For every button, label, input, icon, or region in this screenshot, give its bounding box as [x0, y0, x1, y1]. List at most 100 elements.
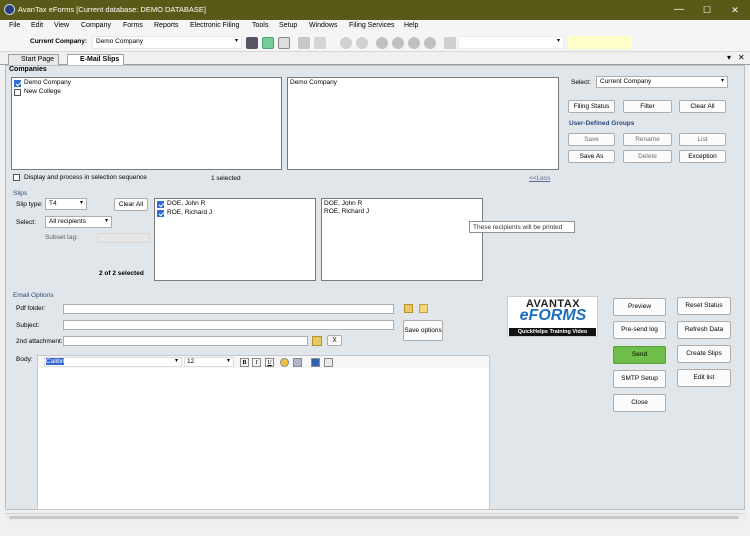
menu-company[interactable]: Company — [81, 22, 111, 29]
company-name[interactable]: New College — [24, 88, 61, 95]
printed-recipient-list: DOE, John R ROE, Richard J — [321, 198, 483, 281]
slip-type-combo[interactable]: T4 ▾ — [45, 198, 87, 210]
company-checkbox[interactable] — [14, 89, 21, 96]
send-button[interactable]: Send — [613, 346, 666, 364]
sequence-checkbox[interactable] — [13, 174, 20, 181]
title-bar: AvanTax eForms [Current database: DEMO D… — [0, 0, 750, 20]
create-slips-button[interactable]: Create Slips — [677, 345, 731, 363]
recipients-select-combo[interactable]: All recipients ▾ — [45, 216, 112, 228]
save-icon[interactable] — [311, 358, 320, 367]
italic-button[interactable]: I — [252, 358, 261, 367]
preview-button[interactable]: Preview — [613, 298, 666, 316]
doc-close-icon[interactable]: ✕ — [738, 53, 745, 62]
save-as-group-button[interactable]: Save As — [568, 150, 615, 163]
last-record-icon[interactable] — [424, 37, 436, 49]
recipient-name[interactable]: DOE, John R — [167, 200, 205, 207]
nav-icon[interactable] — [356, 37, 368, 49]
exception-button[interactable]: Exception — [679, 150, 726, 163]
edit-form-icon[interactable] — [278, 37, 290, 49]
menu-file[interactable]: File — [9, 22, 20, 29]
emoji-icon[interactable] — [280, 358, 289, 367]
refresh-data-button[interactable]: Refresh Data — [677, 321, 731, 339]
current-company-combo[interactable]: Demo Company ▾ — [92, 36, 242, 49]
clear-all-companies-button[interactable]: Clear All — [679, 100, 726, 113]
previous-record-icon[interactable] — [392, 37, 404, 49]
clear-all-slips-button[interactable]: Clear All — [114, 198, 148, 211]
filter-button[interactable]: Filter — [623, 100, 672, 113]
attachment-browse-icon[interactable] — [312, 336, 322, 346]
menu-tools[interactable]: Tools — [252, 22, 268, 29]
paste-icon[interactable] — [324, 358, 333, 367]
image-icon[interactable] — [293, 358, 302, 367]
bold-button[interactable]: B — [240, 358, 249, 367]
minimize-button[interactable]: — — [672, 3, 686, 17]
menu-electronic-filing[interactable]: Electronic Filing — [190, 22, 239, 29]
close-window-button[interactable]: ✕ — [728, 3, 742, 17]
menu-edit[interactable]: Edit — [31, 22, 43, 29]
recipient-checkbox[interactable] — [157, 201, 164, 208]
first-record-icon[interactable] — [376, 37, 388, 49]
horizontal-scrollbar[interactable] — [5, 513, 745, 521]
print-icon[interactable] — [298, 37, 310, 49]
list-group-button[interactable]: List — [679, 133, 726, 146]
binoculars-icon[interactable] — [246, 37, 258, 49]
menu-bar: File Edit View Company Forms Reports Ele… — [0, 20, 750, 34]
search-combo[interactable]: ▾ — [458, 36, 564, 49]
maximize-button[interactable]: ☐ — [700, 3, 714, 17]
tab-start-page[interactable]: Start Page — [8, 54, 60, 65]
rename-group-button[interactable]: Rename — [623, 133, 672, 146]
subject-field[interactable] — [63, 320, 394, 330]
underline-button[interactable]: U — [265, 358, 274, 367]
reset-status-button[interactable]: Reset Status — [677, 297, 731, 315]
selected-company-item[interactable]: Demo Company — [290, 79, 337, 86]
pdf-folder-field[interactable] — [63, 304, 394, 314]
add-form-icon[interactable] — [262, 37, 274, 49]
next-record-icon[interactable] — [408, 37, 420, 49]
chevron-down-icon: ▾ — [104, 218, 108, 224]
recipient-checkbox[interactable] — [157, 210, 164, 217]
eforms-video-logo[interactable]: AVANTAX eFORMS QuickHelps Training Video — [507, 296, 598, 337]
selected-company-list: Demo Company — [287, 77, 559, 170]
menu-forms[interactable]: Forms — [123, 22, 143, 29]
menu-filing-services[interactable]: Filing Services — [349, 22, 395, 29]
nav-icon[interactable] — [340, 37, 352, 49]
scrollbar-thumb[interactable] — [9, 516, 739, 519]
clear-attachment-button[interactable]: X — [327, 335, 342, 346]
menu-view[interactable]: View — [54, 22, 69, 29]
font-size-combo[interactable]: 12 ▾ — [184, 357, 234, 367]
chevron-down-icon: ▾ — [556, 38, 560, 44]
printed-recipient: DOE, John R — [324, 200, 363, 207]
doc-restore-icon[interactable]: ▾ — [727, 53, 731, 62]
menu-help[interactable]: Help — [404, 22, 418, 29]
save-group-button[interactable]: Save — [568, 133, 615, 146]
recipient-name[interactable]: ROE, Richard J — [167, 209, 212, 216]
subset-tag-field[interactable] — [97, 233, 150, 243]
folder-browse-icon[interactable] — [404, 304, 413, 313]
company-name[interactable]: Demo Company — [24, 79, 71, 86]
printed-recipient: ROE, Richard J — [324, 208, 370, 215]
save-options-button[interactable]: Save options — [403, 320, 443, 341]
open-folder-icon[interactable] — [419, 304, 428, 313]
company-select-combo[interactable]: Current Company ▾ — [596, 76, 728, 88]
current-company-value: Demo Company — [96, 38, 143, 45]
menu-setup[interactable]: Setup — [279, 22, 297, 29]
less-link[interactable]: <<Less — [529, 175, 550, 182]
menu-windows[interactable]: Windows — [309, 22, 337, 29]
edit-list-button[interactable]: Edit list — [677, 369, 731, 387]
tab-email-slips[interactable]: E-Mail Slips — [67, 54, 125, 65]
font-combo[interactable]: Calibri ▾ — [44, 357, 182, 367]
menu-reports[interactable]: Reports — [154, 22, 179, 29]
presend-log-button[interactable]: Pre-send log — [613, 321, 666, 339]
undo-icon[interactable] — [314, 37, 326, 49]
smtp-setup-button[interactable]: SMTP Setup — [613, 370, 666, 388]
zoom-icon[interactable] — [444, 37, 456, 49]
close-button[interactable]: Close — [613, 394, 666, 412]
second-attachment-field[interactable] — [63, 336, 308, 346]
delete-group-button[interactable]: Delete — [623, 150, 672, 163]
search-input[interactable] — [568, 36, 632, 49]
company-checkbox[interactable] — [14, 80, 21, 87]
chevron-down-icon: ▾ — [226, 358, 230, 364]
body-editor[interactable] — [37, 355, 490, 510]
groups-title: User-Defined Groups — [569, 120, 635, 127]
filing-status-button[interactable]: Filing Status — [568, 100, 615, 113]
